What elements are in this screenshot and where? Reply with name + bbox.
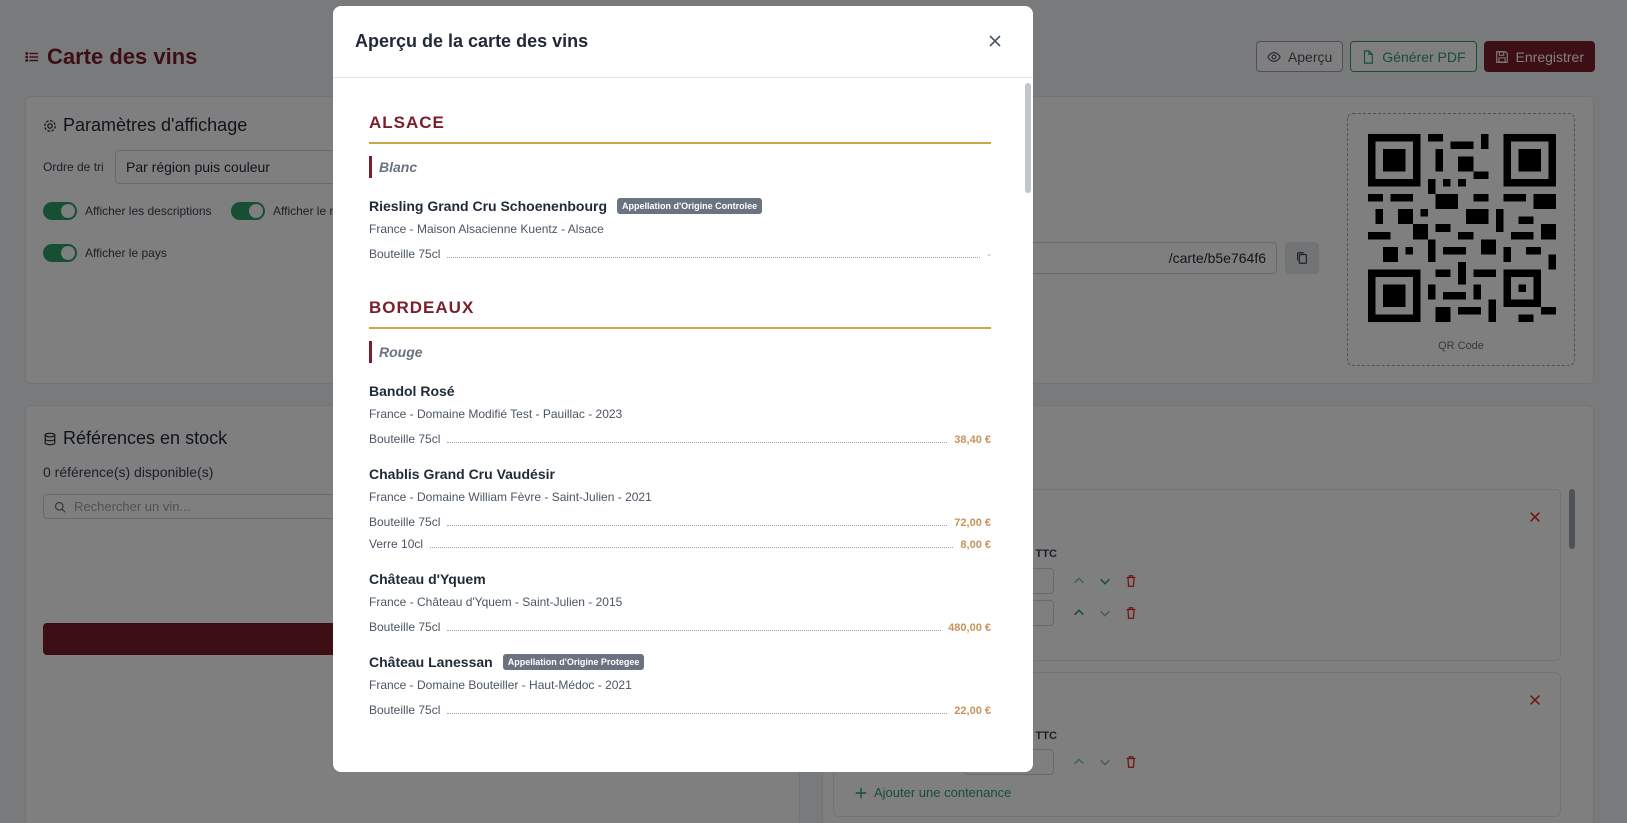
- wine-name: Château d'Yquem: [369, 571, 486, 587]
- appellation-badge: Appellation d'Origine Controlee: [617, 198, 763, 214]
- price-leader: [447, 442, 948, 443]
- wine-meta: France - Domaine William Fèvre - Saint-J…: [369, 490, 652, 504]
- price-value: -: [987, 249, 991, 261]
- price-line: Bouteille 75cl 22,00 €: [369, 703, 991, 717]
- modal-scrollbar[interactable]: [1025, 83, 1031, 193]
- wine-name: Riesling Grand Cru Schoenenbourg: [369, 198, 608, 214]
- price-value: 480,00 €: [948, 622, 991, 634]
- price-format: Bouteille 75cl: [369, 432, 441, 446]
- wine-list-preview-modal: Aperçu de la carte des vins ALSACE Blanc…: [333, 6, 1033, 772]
- wine-meta: France - Domaine Modifié Test - Pauillac…: [369, 407, 623, 421]
- price-format: Verre 10cl: [369, 537, 424, 551]
- modal-body[interactable]: ALSACE Blanc Riesling Grand Cru Schoenen…: [333, 79, 1033, 772]
- wine-name-row: Château d'Yquem: [369, 571, 991, 587]
- price-leader: [447, 713, 948, 714]
- modal-title: Aperçu de la carte des vins: [355, 31, 589, 51]
- wine-entry: Château d'Yquem France - Château d'Yquem…: [369, 571, 991, 634]
- wine-meta: France - Maison Alsacienne Kuentz - Alsa…: [369, 222, 604, 236]
- price-line: Bouteille 75cl 38,40 €: [369, 432, 991, 446]
- wine-name-row: Bandol Rosé: [369, 383, 991, 399]
- price-line: Bouteille 75cl 480,00 €: [369, 620, 991, 634]
- modal-header: Aperçu de la carte des vins: [333, 6, 1033, 78]
- wine-name-row: Riesling Grand Cru Schoenenbourg Appella…: [369, 198, 991, 214]
- wine-entry: Chablis Grand Cru Vaudésir France - Doma…: [369, 466, 991, 551]
- color-title: Rouge: [369, 341, 991, 363]
- wine-menu: ALSACE Blanc Riesling Grand Cru Schoenen…: [369, 113, 991, 717]
- wine-entry: Bandol Rosé France - Domaine Modifié Tes…: [369, 383, 991, 446]
- wine-name-row: Château Lanessan Appellation d'Origine P…: [369, 654, 991, 670]
- wine-meta: France - Domaine Bouteiller - Haut-Médoc…: [369, 678, 632, 692]
- wine-name: Château Lanessan: [369, 654, 493, 670]
- region-title: BORDEAUX: [369, 298, 991, 329]
- wine-name-row: Chablis Grand Cru Vaudésir: [369, 466, 991, 482]
- wine-entry: Riesling Grand Cru Schoenenbourg Appella…: [369, 198, 991, 261]
- price-value: 38,40 €: [954, 434, 991, 446]
- price-value: 72,00 €: [954, 517, 991, 529]
- price-format: Bouteille 75cl: [369, 515, 441, 529]
- price-line: Bouteille 75cl -: [369, 247, 991, 261]
- price-leader: [447, 630, 942, 631]
- wine-name: Bandol Rosé: [369, 383, 455, 399]
- wine-name: Chablis Grand Cru Vaudésir: [369, 466, 555, 482]
- appellation-badge: Appellation d'Origine Protegee: [502, 654, 645, 670]
- region-section: BORDEAUX Rouge Bandol Rosé France - Doma…: [369, 298, 991, 717]
- price-leader: [430, 547, 954, 548]
- region-section: ALSACE Blanc Riesling Grand Cru Schoenen…: [369, 113, 991, 261]
- price-value: 8,00 €: [960, 539, 991, 551]
- price-value: 22,00 €: [954, 705, 991, 717]
- price-format: Bouteille 75cl: [369, 620, 441, 634]
- price-line: Bouteille 75cl 72,00 €: [369, 515, 991, 529]
- price-format: Bouteille 75cl: [369, 247, 441, 261]
- close-icon[interactable]: [987, 33, 1003, 49]
- wine-entry: Château Lanessan Appellation d'Origine P…: [369, 654, 991, 717]
- region-title: ALSACE: [369, 113, 991, 144]
- price-leader: [447, 257, 981, 258]
- price-format: Bouteille 75cl: [369, 703, 441, 717]
- price-leader: [447, 525, 948, 526]
- wine-meta: France - Château d'Yquem - Saint-Julien …: [369, 595, 623, 609]
- color-title: Blanc: [369, 156, 991, 178]
- price-line: Verre 10cl 8,00 €: [369, 537, 991, 551]
